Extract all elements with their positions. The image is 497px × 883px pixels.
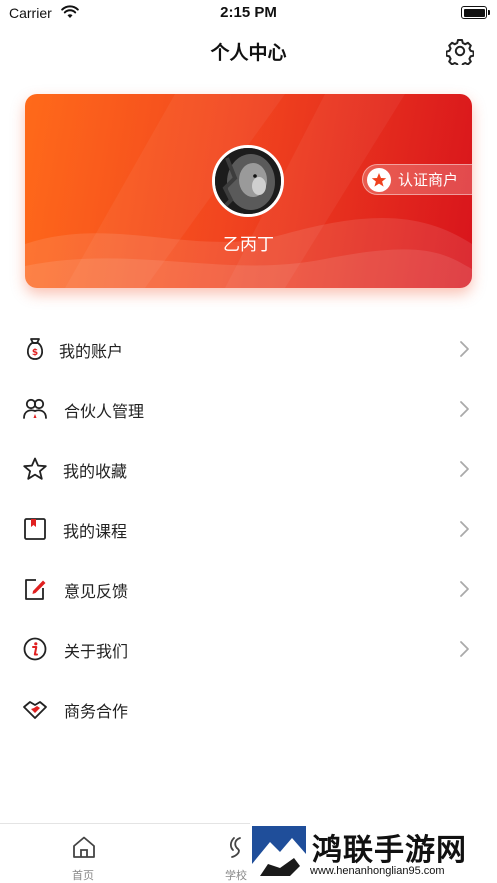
gear-icon [445, 39, 475, 69]
chevron-right-icon [460, 581, 469, 597]
status-bar: Carrier 2:15 PM [0, 0, 497, 26]
course-book-icon [24, 518, 46, 540]
menu-label-partners: 合伙人管理 [64, 402, 145, 421]
menu-list: $ 我的账户 合伙人管理 我的收藏 我的课程 意见反馈 关于我们 商务合作 [0, 319, 497, 739]
profile-card[interactable]: 乙丙丁 认证商户 [25, 94, 472, 288]
menu-label-business: 商务合作 [64, 702, 129, 721]
avatar[interactable] [212, 145, 284, 217]
menu-item-feedback[interactable]: 意见反馈 [0, 559, 497, 619]
chevron-right-icon [460, 521, 469, 537]
watermark: 鸿联手游网 www.henanhonglian95.com [250, 823, 497, 883]
money-bag-icon: $ [26, 338, 44, 360]
home-icon [73, 836, 95, 858]
certified-merchant-badge[interactable]: 认证商户 [362, 164, 472, 195]
menu-item-partners[interactable]: 合伙人管理 [0, 379, 497, 439]
handshake-icon [23, 701, 47, 719]
svg-text:$: $ [32, 348, 38, 358]
menu-label-feedback: 意见反馈 [64, 582, 129, 601]
chevron-right-icon [460, 341, 469, 357]
chevron-right-icon [460, 401, 469, 417]
star-icon [367, 167, 391, 192]
menu-label-courses: 我的课程 [63, 522, 128, 541]
menu-item-favorites[interactable]: 我的收藏 [0, 439, 497, 499]
menu-label-about: 关于我们 [64, 642, 129, 661]
settings-button[interactable] [445, 37, 475, 69]
menu-item-account[interactable]: $ 我的账户 [0, 319, 497, 379]
status-time: 2:15 PM [220, 4, 277, 21]
partners-icon [23, 398, 47, 419]
school-icon [229, 837, 241, 858]
star-outline-icon [23, 457, 47, 480]
badge-label: 认证商户 [398, 171, 459, 189]
watermark-text: 鸿联手游网 [312, 833, 467, 868]
chevron-right-icon [460, 461, 469, 477]
tab-home-label: 首页 [72, 869, 94, 882]
tab-home[interactable]: 首页 [43, 824, 123, 883]
page-title: 个人中心 [210, 42, 287, 64]
menu-item-courses[interactable]: 我的课程 [0, 499, 497, 559]
info-icon [23, 637, 47, 661]
battery-icon [461, 6, 490, 19]
chevron-right-icon [460, 641, 469, 657]
menu-label-favorites: 我的收藏 [63, 462, 128, 481]
watermark-logo [252, 826, 306, 880]
username: 乙丙丁 [223, 235, 274, 255]
watermark-url: www.henanhonglian95.com [310, 865, 445, 877]
feedback-edit-icon [25, 579, 46, 600]
menu-item-about[interactable]: 关于我们 [0, 619, 497, 679]
lion-avatar-image [215, 148, 281, 214]
menu-item-business[interactable]: 商务合作 [0, 679, 497, 739]
menu-label-account: 我的账户 [59, 342, 124, 361]
